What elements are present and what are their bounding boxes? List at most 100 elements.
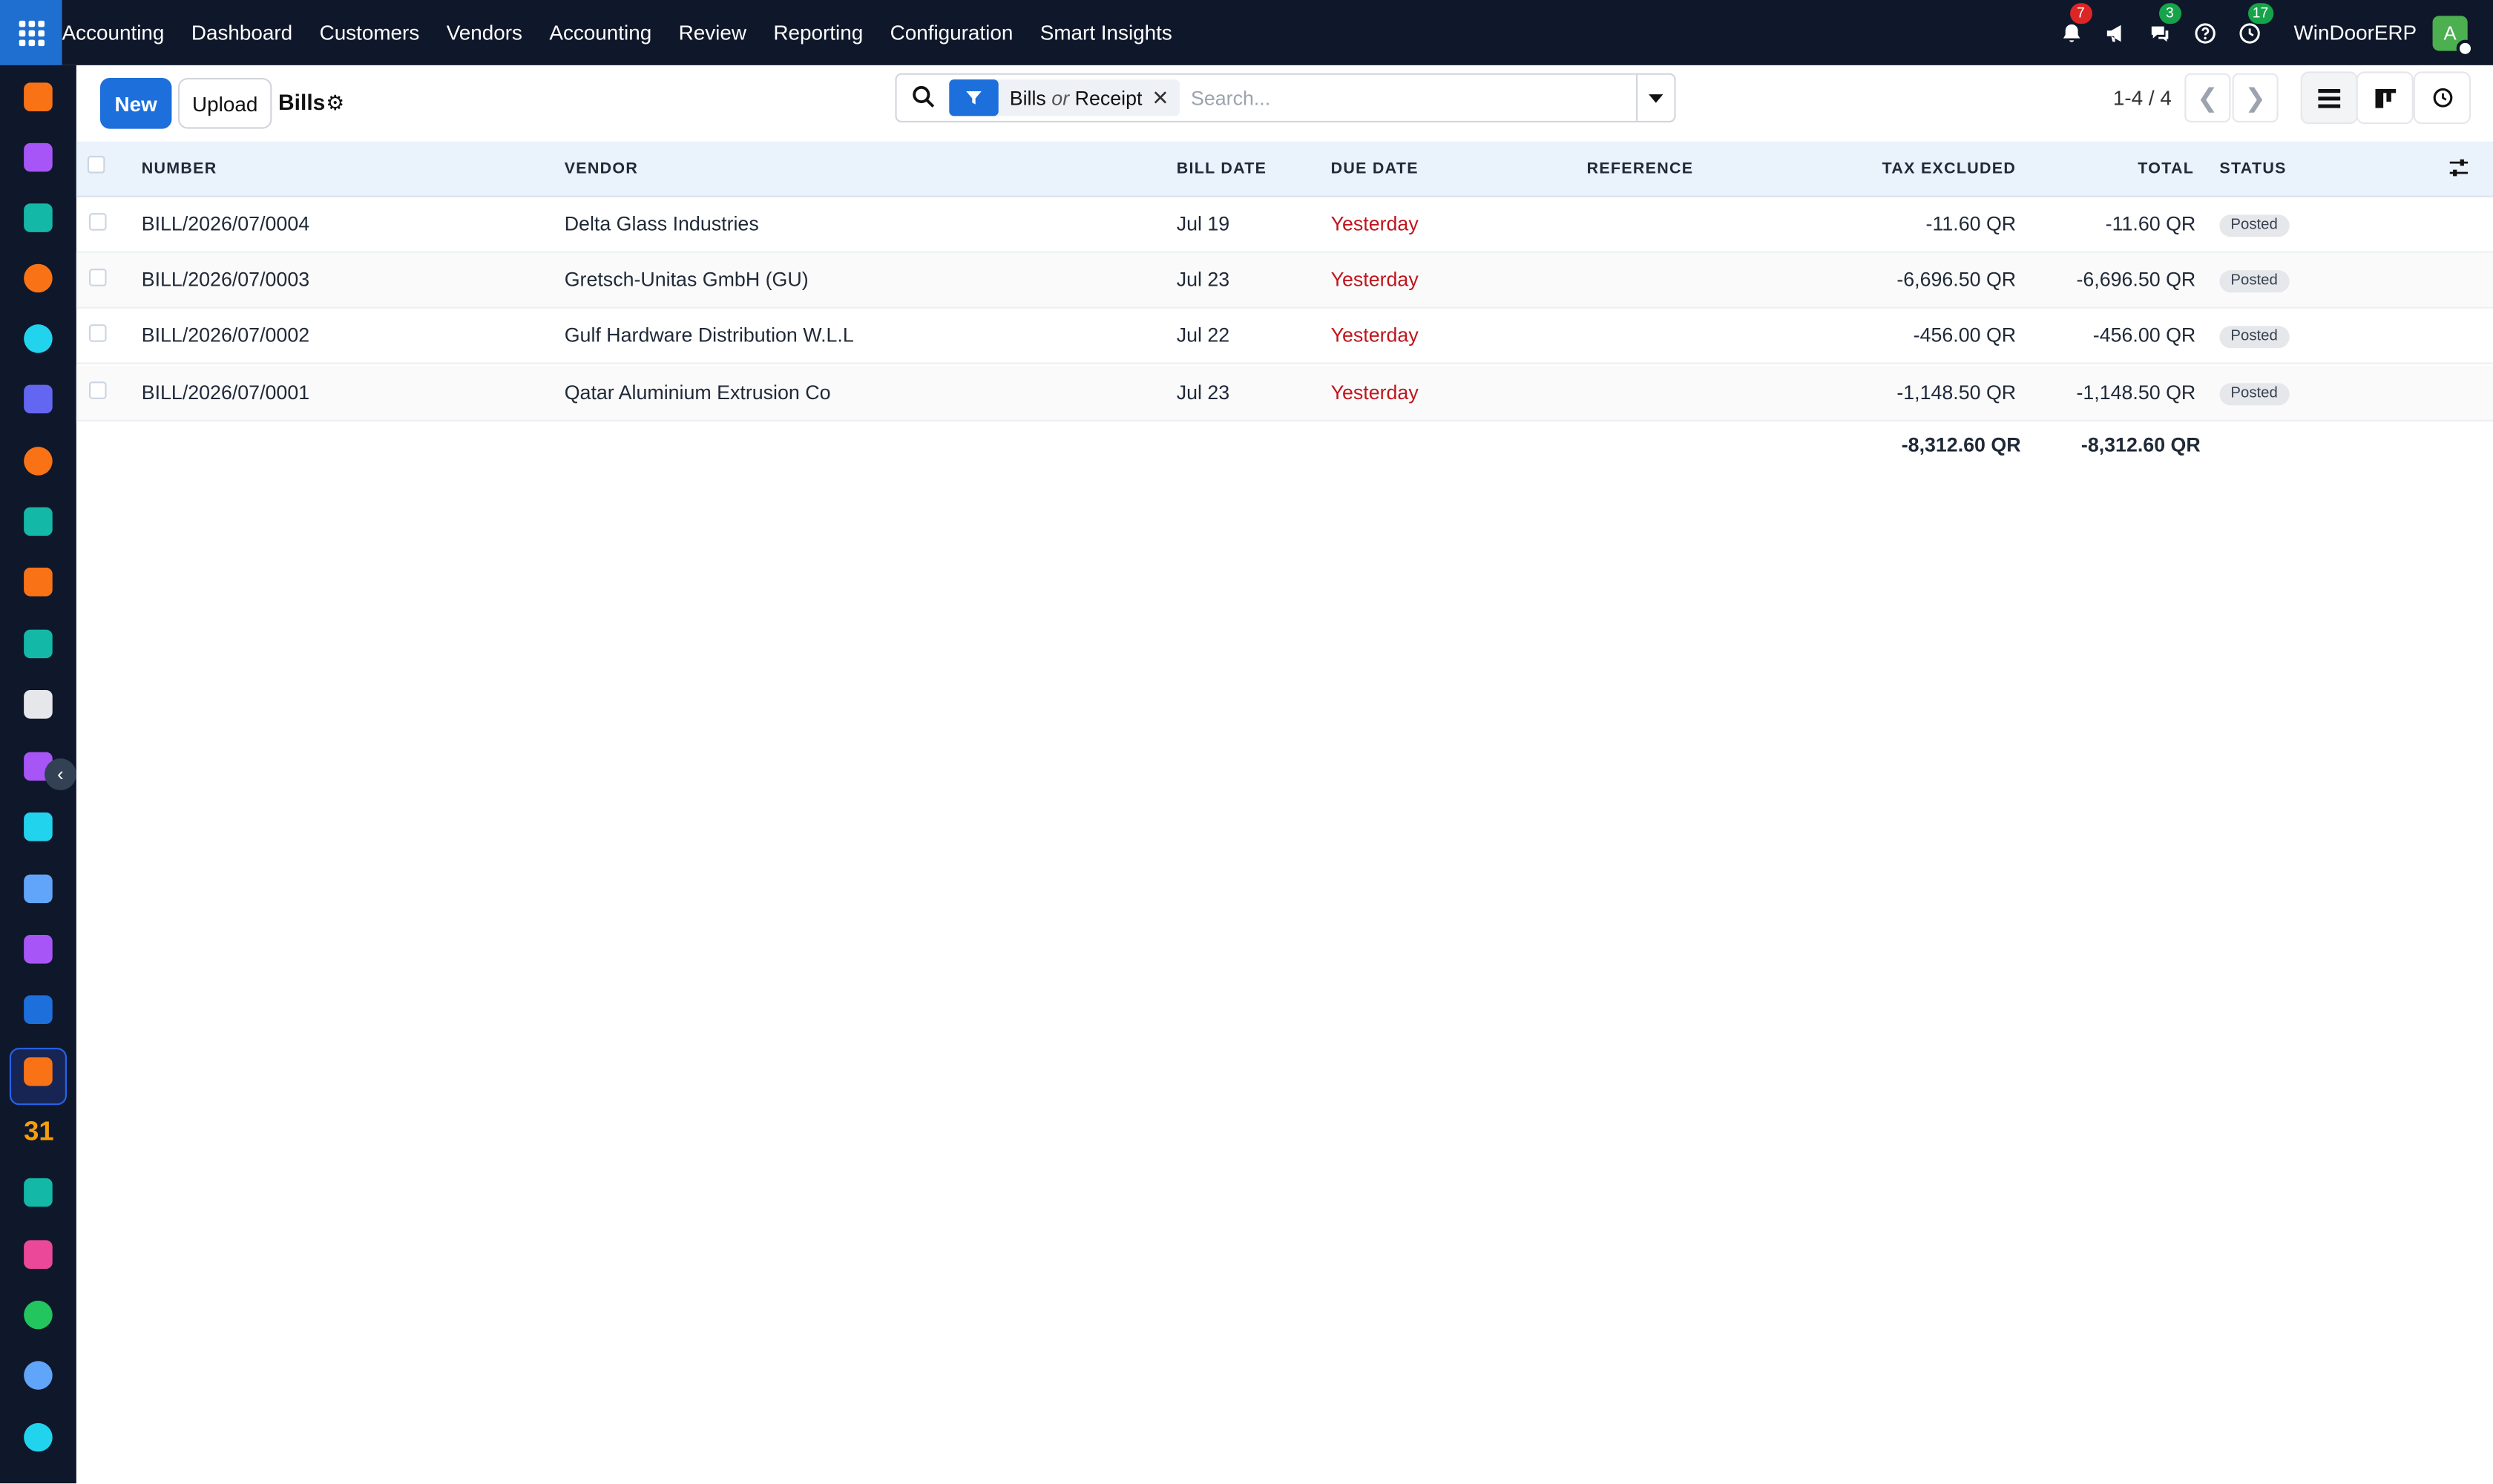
accounting-icon[interactable]	[24, 995, 53, 1024]
upload-button[interactable]: Upload	[178, 78, 272, 129]
search-options-toggle[interactable]	[1636, 74, 1674, 121]
cell-tax-excluded: -1,148.50 QR	[1896, 381, 2017, 404]
cell-total: -456.00 QR	[2092, 324, 2196, 347]
cell-vendor: Gulf Hardware Distribution W.L.L	[564, 324, 854, 347]
help-circle-icon	[2194, 22, 2216, 43]
menu-customers[interactable]: Customers	[320, 21, 420, 45]
avatar-letter: A	[2443, 21, 2457, 44]
website-2-icon[interactable]	[24, 1422, 53, 1452]
chevron-right-icon: ❯	[2244, 85, 2267, 113]
top-navbar: Accounting Dashboard Customers Vendors A…	[0, 0, 2493, 65]
megaphone-icon	[2107, 24, 2122, 42]
todo-icon[interactable]	[24, 812, 53, 841]
facet-value-receipt: Receipt	[1074, 86, 1143, 109]
contacts-icon[interactable]	[24, 203, 53, 232]
user-avatar[interactable]: A	[2432, 15, 2474, 57]
activity-view-button[interactable]	[2413, 71, 2471, 125]
column-header-total[interactable]: TOTAL	[2138, 160, 2194, 178]
whatsapp-icon[interactable]	[24, 1300, 53, 1330]
row-checkbox[interactable]	[89, 324, 107, 342]
table-row[interactable]: BILL/2026/07/0004 Delta Glass Industries…	[76, 197, 2493, 253]
help-button[interactable]	[2189, 17, 2221, 49]
facet-values: Bills or Receipt	[999, 87, 1152, 109]
menu-vendors[interactable]: Vendors	[447, 21, 522, 45]
messages-button[interactable]: 3	[2144, 2, 2181, 49]
remove-facet-close-icon[interactable]: ✕	[1152, 85, 1180, 111]
knowledge-icon[interactable]	[24, 874, 53, 904]
website-icon[interactable]	[24, 324, 53, 353]
cell-due-date: Yesterday	[1330, 381, 1419, 404]
cell-total: -6,696.50 QR	[2076, 269, 2196, 292]
column-header-reference[interactable]: REFERENCE	[1587, 160, 1694, 178]
column-header-number[interactable]: NUMBER	[142, 160, 217, 178]
inventory-icon[interactable]	[24, 690, 53, 719]
employees-icon[interactable]	[24, 629, 53, 659]
column-header-bill-date[interactable]: BILL DATE	[1177, 160, 1267, 178]
chevron-left-icon: ❮	[2196, 85, 2218, 113]
menu-review[interactable]: Review	[679, 21, 746, 45]
column-header-vendor[interactable]: VENDOR	[565, 160, 638, 178]
table-row[interactable]: BILL/2026/07/0001 Qatar Aluminium Extrus…	[76, 365, 2493, 421]
apps-menu-button[interactable]	[0, 0, 62, 65]
menu-reporting[interactable]: Reporting	[773, 21, 863, 45]
column-header-status[interactable]: STATUS	[2219, 160, 2286, 178]
list-view-button[interactable]	[2300, 71, 2358, 125]
team-icon[interactable]	[24, 1057, 53, 1086]
pager-previous-button[interactable]: ❮	[2184, 73, 2231, 122]
column-header-tax-excluded[interactable]: TAX EXCLUDED	[1882, 160, 2017, 178]
optional-columns-sliders-icon[interactable]	[2448, 157, 2469, 178]
sign-icon[interactable]	[24, 1178, 53, 1207]
cell-tax-excluded: -11.60 QR	[1925, 213, 2017, 236]
chat-icon	[2152, 25, 2169, 42]
table-row[interactable]: BILL/2026/07/0003 Gretsch-Unitas GmbH (G…	[76, 252, 2493, 309]
discuss-icon[interactable]	[24, 263, 53, 293]
column-header-due-date[interactable]: DUE DATE	[1331, 160, 1419, 178]
pager-next-button[interactable]: ❯	[2232, 73, 2279, 122]
app-brand[interactable]: Accounting	[62, 21, 165, 45]
purchase-icon[interactable]	[24, 935, 53, 964]
presence-status-icon	[2456, 39, 2474, 57]
search-icon[interactable]	[911, 85, 936, 110]
total-tax-excluded: -8,312.60 QR	[1901, 434, 2021, 456]
clock-icon	[2432, 88, 2452, 108]
email-marketing-icon[interactable]	[24, 384, 53, 414]
announcements-button[interactable]	[2100, 17, 2132, 49]
kanban-icon	[2374, 88, 2396, 108]
cell-vendor: Gretsch-Unitas GmbH (GU)	[564, 269, 809, 292]
reports-icon[interactable]	[24, 568, 53, 597]
collapse-sidebar-button[interactable]: ‹	[45, 758, 76, 790]
kanban-view-button[interactable]	[2356, 71, 2414, 125]
menu-accounting[interactable]: Accounting	[549, 21, 651, 45]
notifications-button[interactable]: 7	[2055, 2, 2092, 49]
select-all-checkbox[interactable]	[87, 156, 105, 174]
livechat-icon[interactable]	[24, 447, 53, 476]
row-checkbox[interactable]	[89, 213, 107, 231]
row-checkbox[interactable]	[89, 381, 107, 399]
menu-dashboard[interactable]: Dashboard	[191, 21, 292, 45]
row-checkbox[interactable]	[89, 269, 107, 286]
company-switcher[interactable]: WinDoorERP	[2294, 21, 2417, 45]
activities-button[interactable]: 17	[2233, 2, 2273, 49]
search-input[interactable]	[1191, 84, 1620, 114]
calendar-icon[interactable]: 31	[24, 1117, 54, 1146]
menu-configuration[interactable]: Configuration	[890, 21, 1014, 45]
pos-icon[interactable]	[24, 142, 53, 172]
new-button[interactable]: New	[100, 78, 172, 129]
timesheets-icon[interactable]	[24, 1361, 53, 1390]
dashboards-icon[interactable]	[24, 1240, 53, 1269]
cell-bill-date: Jul 23	[1176, 269, 1230, 292]
table-row[interactable]: BILL/2026/07/0002 Gulf Hardware Distribu…	[76, 309, 2493, 364]
app-sidebar: 31 ‹	[0, 65, 76, 1484]
page-title: Bills	[278, 89, 326, 115]
menu-smart-insights[interactable]: Smart Insights	[1040, 21, 1172, 45]
cell-tax-excluded: -456.00 QR	[1913, 324, 2017, 347]
table-header: NUMBER VENDOR BILL DATE DUE DATE REFEREN…	[76, 141, 2493, 197]
crm-icon[interactable]	[24, 507, 53, 536]
search-panel: Bills or Receipt ✕	[895, 73, 1676, 122]
gear-icon[interactable]: ⚙	[326, 91, 344, 116]
facet-or-separator: or	[1051, 86, 1070, 109]
pager-value[interactable]: 1-4 / 4	[2113, 86, 2172, 110]
sales-icon[interactable]	[24, 82, 53, 111]
status-badge: Posted	[2219, 214, 2289, 237]
status-badge: Posted	[2219, 270, 2289, 293]
